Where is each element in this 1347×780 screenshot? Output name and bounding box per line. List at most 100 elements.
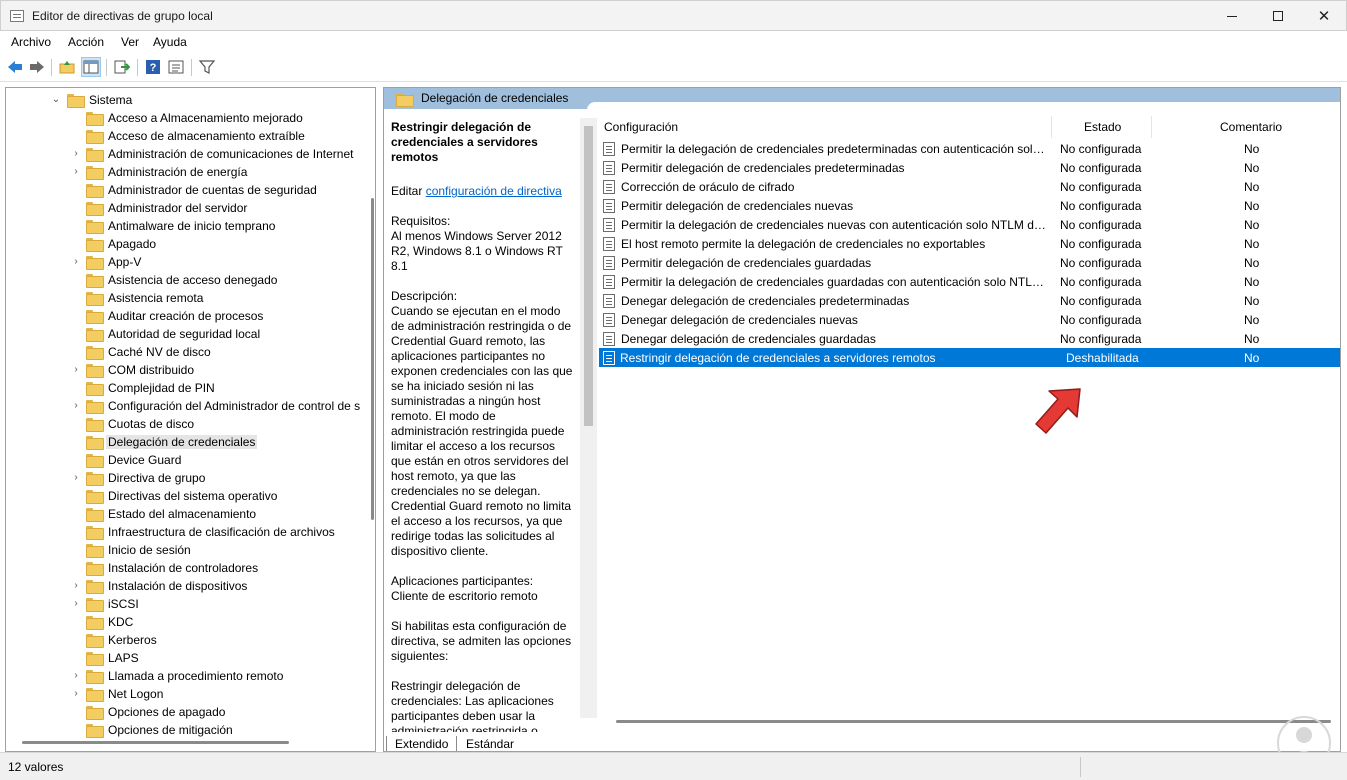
setting-row[interactable]: Permitir delegación de credenciales nuev… <box>599 196 1340 215</box>
menu-accion[interactable]: Acción <box>68 35 104 49</box>
setting-row[interactable]: Corrección de oráculo de cifrado No confi… <box>599 177 1340 196</box>
column-header-setting[interactable]: Configuración <box>604 120 678 134</box>
forward-button[interactable] <box>27 57 47 77</box>
setting-row[interactable]: Restringir delegación de credenciales a … <box>599 348 1340 367</box>
setting-comment: No <box>1244 161 1260 175</box>
folder-icon <box>86 148 104 162</box>
help-button[interactable]: ? <box>143 57 163 77</box>
column-divider[interactable] <box>1051 116 1052 138</box>
option-restrict: Restringir delegación de credenciales: L… <box>391 679 554 732</box>
tree-pane[interactable]: ⌄ Sistema Acceso a Almacenamiento mejora… <box>5 87 376 752</box>
maximize-button[interactable] <box>1255 1 1301 31</box>
requirements-text: Al menos Windows Server 2012 R2, Windows… <box>391 229 563 273</box>
tree-item-label: Acceso de almacenamiento extraíble <box>108 129 305 143</box>
back-button[interactable] <box>5 57 25 77</box>
setting-name: Denegar delegación de credenciales prede… <box>621 294 910 308</box>
close-button[interactable]: ✕ <box>1301 1 1347 31</box>
setting-row[interactable]: Permitir la delegación de credenciales n… <box>599 215 1340 234</box>
chevron-right-icon[interactable]: › <box>71 688 81 699</box>
help-icon: ? <box>146 60 160 74</box>
setting-state: No configurada <box>1060 161 1142 175</box>
show-hide-tree-button[interactable] <box>81 57 101 77</box>
setting-name: El host remoto permite la delegación de … <box>621 237 986 251</box>
policy-setting-icon <box>603 142 615 156</box>
chevron-right-icon[interactable]: › <box>71 400 81 411</box>
folder-icon <box>86 472 104 486</box>
tree-item-label: Administración de energía <box>108 165 248 179</box>
chevron-right-icon[interactable]: › <box>71 670 81 681</box>
description-scrollbar[interactable] <box>580 118 597 718</box>
tree-item-label: KDC <box>108 615 134 629</box>
chevron-right-icon[interactable]: › <box>71 166 81 177</box>
tree-item-label: COM distribuido <box>108 363 195 377</box>
list-horizontal-scrollbar[interactable] <box>616 720 1331 723</box>
chevron-right-icon[interactable]: › <box>71 256 81 267</box>
setting-state: No configurada <box>1060 180 1142 194</box>
export-list-button[interactable] <box>112 57 132 77</box>
description-panel: Restringir delegación de credenciales a … <box>391 120 576 732</box>
edit-policy-link[interactable]: configuración de directiva <box>426 184 562 198</box>
properties-button[interactable] <box>166 57 186 77</box>
window-title: Editor de directivas de grupo local <box>32 9 213 23</box>
svg-text:?: ? <box>150 62 157 74</box>
properties-icon <box>168 60 184 74</box>
folder-icon <box>86 688 104 702</box>
folder-icon <box>86 310 104 324</box>
setting-row[interactable]: Denegar delegación de credenciales prede… <box>599 291 1340 310</box>
chevron-right-icon[interactable]: › <box>71 148 81 159</box>
tree-item-label: Configuración del Administrador de contr… <box>108 399 361 413</box>
tree-item-label: App-V <box>108 255 142 269</box>
setting-state: No configurada <box>1060 294 1142 308</box>
chevron-down-icon[interactable]: ⌄ <box>51 94 61 105</box>
list-header: Configuración Estado Comentario <box>599 114 1340 138</box>
setting-row[interactable]: Permitir la delegación de credenciales p… <box>599 139 1340 158</box>
chevron-right-icon[interactable]: › <box>71 472 81 483</box>
tree-horizontal-scrollbar[interactable] <box>22 741 289 744</box>
menu-archivo[interactable]: Archivo <box>11 35 51 49</box>
menu-ayuda[interactable]: Ayuda <box>153 35 187 49</box>
maximize-icon <box>1273 11 1283 21</box>
chevron-right-icon[interactable]: › <box>71 598 81 609</box>
participating-apps: Aplicaciones participantes: Cliente de es… <box>391 574 576 604</box>
tree-item-label: Opciones de apagado <box>108 705 226 719</box>
folder-icon <box>86 652 104 666</box>
tree-vertical-scrollbar[interactable] <box>371 198 374 520</box>
folder-icon <box>86 598 104 612</box>
setting-row[interactable]: Permitir delegación de credenciales guar… <box>599 253 1340 272</box>
apps-label: Aplicaciones participantes: <box>391 574 534 588</box>
up-folder-icon <box>59 61 75 74</box>
chevron-right-icon[interactable]: › <box>71 364 81 375</box>
setting-row[interactable]: Denegar delegación de credenciales guard… <box>599 329 1340 348</box>
requirements-label: Requisitos: <box>391 214 451 228</box>
menu-ver[interactable]: Ver <box>121 35 139 49</box>
up-folder-button[interactable] <box>57 57 77 77</box>
tree-item-label: Kerberos <box>108 633 157 647</box>
filter-button[interactable] <box>197 57 217 77</box>
tree-item-label: Infraestructura de clasificación de arch… <box>108 525 335 539</box>
tab-estandar[interactable]: Estándar <box>458 736 522 751</box>
folder-icon <box>86 274 104 288</box>
section-title: Delegación de credenciales <box>421 91 569 105</box>
policy-setting-icon <box>603 275 615 289</box>
column-header-state[interactable]: Estado <box>1084 120 1121 134</box>
column-divider[interactable] <box>1151 116 1152 138</box>
folder-icon <box>67 94 85 108</box>
status-count: 12 valores <box>8 760 64 774</box>
description-label: Descripción: <box>391 289 458 303</box>
tab-extendido[interactable]: Extendido <box>386 736 458 751</box>
folder-icon <box>86 724 104 738</box>
folder-icon <box>86 634 104 648</box>
column-header-comment[interactable]: Comentario <box>1220 120 1282 134</box>
chevron-right-icon[interactable]: › <box>71 580 81 591</box>
minimize-button[interactable] <box>1209 1 1255 31</box>
policy-setting-icon <box>603 199 615 213</box>
setting-row[interactable]: Permitir la delegación de credenciales g… <box>599 272 1340 291</box>
setting-row[interactable]: Denegar delegación de credenciales nueva… <box>599 310 1340 329</box>
description-scroll-thumb[interactable] <box>584 126 593 426</box>
setting-row[interactable]: El host remoto permite la delegación de … <box>599 234 1340 253</box>
tree-item-label: Instalación de dispositivos <box>108 579 248 593</box>
setting-state: No configurada <box>1060 313 1142 327</box>
tree-item-label: Complejidad de PIN <box>108 381 215 395</box>
setting-row[interactable]: Permitir delegación de credenciales pred… <box>599 158 1340 177</box>
tree-item-label: Caché NV de disco <box>108 345 211 359</box>
